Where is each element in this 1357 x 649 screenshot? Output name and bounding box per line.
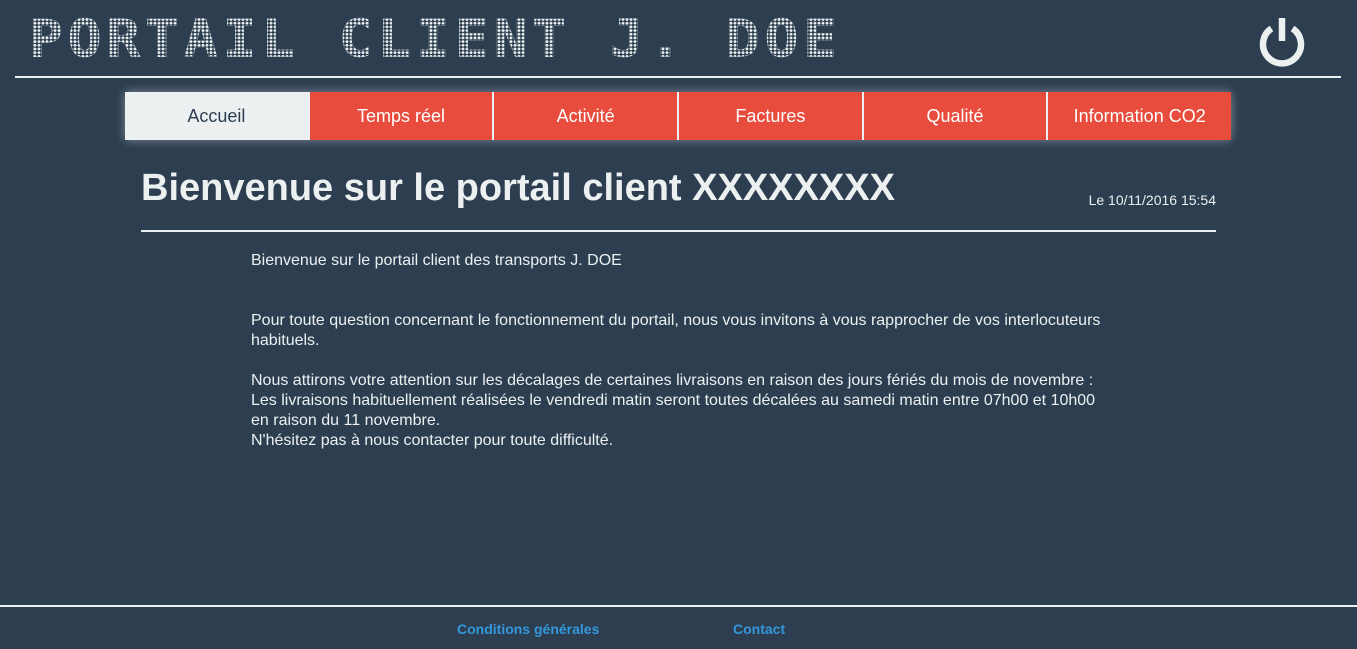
tab-activite[interactable]: Activité — [492, 92, 678, 140]
terms-link[interactable]: Conditions générales — [457, 621, 599, 637]
contact-link[interactable]: Contact — [733, 621, 785, 637]
footer: Conditions générales Contact — [0, 605, 1357, 649]
contact-paragraph: Pour toute question concernant le foncti… — [251, 312, 1101, 349]
site-logo: PORTAIL CLIENT J. DOE — [29, 9, 843, 70]
tab-factures[interactable]: Factures — [677, 92, 862, 140]
page: PORTAIL CLIENT J. DOE Accueil Temps réel… — [0, 0, 1357, 649]
welcome-paragraph: Bienvenue sur le portail client des tran… — [251, 252, 622, 269]
header: PORTAIL CLIENT J. DOE — [15, 0, 1341, 78]
logout-button[interactable] — [1255, 15, 1309, 69]
current-datetime: Le 10/11/2016 15:54 — [1088, 192, 1216, 208]
notice-paragraph: Nous attirons votre attention sur les dé… — [251, 372, 1094, 389]
welcome-content: Bienvenue sur le portail client des tran… — [251, 251, 1101, 451]
page-title: Bienvenue sur le portail client XXXXXXXX — [141, 167, 895, 209]
tab-qualite[interactable]: Qualité — [861, 92, 1047, 140]
delivery-paragraph: Les livraisons habituellement réalisées … — [251, 392, 1096, 429]
main-nav: Accueil Temps réel Activité Factures Qua… — [125, 92, 1232, 140]
tab-temps-reel[interactable]: Temps réel — [307, 92, 493, 140]
tab-information-co2[interactable]: Information CO2 — [1046, 92, 1232, 140]
power-icon — [1259, 18, 1305, 67]
help-paragraph: N'hésitez pas à nous contacter pour tout… — [251, 432, 614, 449]
tab-accueil[interactable]: Accueil — [125, 92, 308, 140]
title-row: Bienvenue sur le portail client XXXXXXXX… — [141, 160, 1216, 232]
